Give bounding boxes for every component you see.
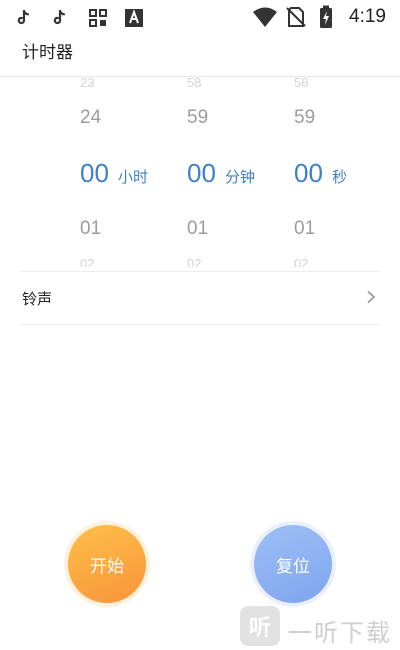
tiktok-icon — [17, 9, 30, 25]
seconds-above1: 59 — [294, 107, 316, 128]
reset-button-halo: 复位 — [250, 521, 336, 607]
tiktok-icon — [53, 9, 66, 25]
no-sim-icon — [286, 7, 306, 27]
start-button-label: 开始 — [90, 556, 124, 577]
ringtone-row[interactable]: 铃声 — [0, 272, 400, 324]
seconds-below1: 01 — [294, 218, 316, 239]
minutes-above2: 58 — [187, 77, 202, 90]
seconds-below2: 02 — [294, 256, 309, 267]
chevron-right-icon — [367, 290, 376, 304]
watermark: 听 一听下载 — [240, 606, 400, 650]
seconds-unit: 秒 — [332, 168, 348, 186]
battery-charging-icon — [320, 5, 332, 28]
status-bar: 4:19 — [0, 0, 400, 36]
minutes-below1: 01 — [187, 218, 209, 239]
watermark-logo: 听 — [240, 606, 280, 646]
wifi-icon — [253, 7, 277, 27]
clock-time: 4:19 — [349, 6, 386, 27]
minutes-unit: 分钟 — [225, 168, 256, 186]
hours-above1: 24 — [80, 107, 102, 128]
hours-unit: 小时 — [118, 168, 149, 186]
hours-below1: 01 — [80, 218, 102, 239]
ringtone-label: 铃声 — [22, 290, 53, 308]
watermark-text: 一听下载 — [288, 619, 392, 647]
start-button-halo: 开始 — [64, 521, 150, 607]
hours-above2: 23 — [80, 77, 95, 90]
time-picker: 23 24 00 小时 01 02 58 59 00 分钟 01 02 58 5… — [0, 77, 400, 267]
reset-button-label: 复位 — [276, 556, 310, 577]
seconds-above2: 58 — [294, 77, 309, 90]
font-a-icon — [125, 9, 143, 27]
hours-wheel[interactable]: 23 24 00 小时 01 02 — [80, 77, 190, 267]
minutes-below2: 02 — [187, 256, 202, 267]
hours-below2: 02 — [80, 256, 95, 267]
minutes-above1: 59 — [187, 107, 209, 128]
reset-button[interactable]: 复位 — [254, 525, 332, 603]
page-title: 计时器 — [22, 43, 73, 63]
minutes-wheel[interactable]: 58 59 00 分钟 01 02 — [187, 77, 297, 267]
start-button[interactable]: 开始 — [68, 525, 146, 603]
seconds-wheel[interactable]: 58 59 00 秒 01 02 — [294, 77, 400, 267]
divider — [20, 324, 380, 325]
apps-grid-icon — [89, 9, 107, 27]
